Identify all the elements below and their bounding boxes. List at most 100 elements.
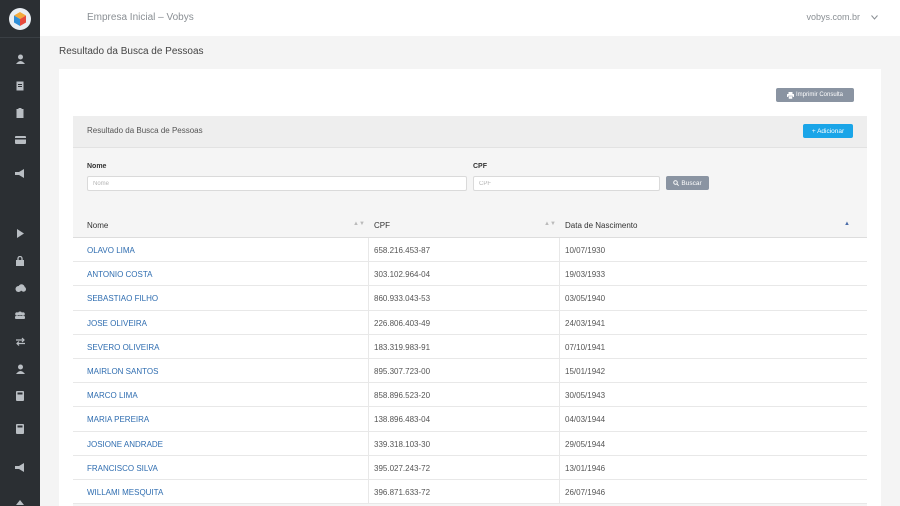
person-name-link[interactable]: JOSE OLIVEIRA [87, 319, 147, 328]
birthdate-cell: 10/07/1930 [565, 246, 606, 255]
document-icon[interactable] [12, 81, 28, 95]
clipboard-icon[interactable] [12, 108, 28, 122]
birthdate-cell: 13/01/1946 [565, 463, 606, 473]
chevron-down-icon[interactable] [871, 12, 878, 22]
birthdate-cell: 15/01/1942 [565, 366, 606, 376]
printer-icon [786, 91, 794, 99]
column-divider [559, 286, 560, 310]
calculator-icon[interactable] [12, 391, 28, 405]
column-divider [559, 310, 560, 334]
person-name-link[interactable]: MARIA PEREIRA [87, 415, 149, 424]
person-name-link[interactable]: FRANCISCO SILVA [87, 464, 158, 473]
column-header-cpf[interactable]: CPF [374, 221, 390, 230]
panel-title: Resultado da Busca de Pessoas [87, 126, 203, 135]
cpf-cell: 858.896.523-20 [374, 391, 431, 401]
person-name-link[interactable]: OLAVO LIMA [87, 246, 135, 255]
vobys-logo[interactable] [9, 8, 31, 30]
birthdate-cell: 07/10/1941 [565, 342, 606, 352]
cpf-cell: 339.318.103-30 [374, 439, 431, 449]
column-divider [559, 479, 560, 504]
birthdate-cell: 24/03/1941 [565, 318, 606, 328]
group-icon[interactable] [12, 310, 28, 324]
column-divider [559, 358, 560, 383]
user-menu[interactable]: vobys.com.br [806, 12, 860, 22]
column-divider [559, 455, 560, 479]
person-name-link[interactable]: SEBASTIAO FILHO [87, 294, 158, 303]
lock-icon[interactable] [12, 255, 28, 270]
table-row[interactable]: WILLAMI MESQUITA 396.871.633-72 26/07/1946 [73, 479, 867, 505]
print-button-label: Imprimir Consulta [795, 92, 843, 98]
birthdate-cell: 03/05/1940 [565, 294, 606, 304]
table-row[interactable]: ANTONIO COSTA 303.102.964-04 19/03/1933 [73, 262, 867, 287]
search-button-label: Buscar [681, 179, 702, 187]
exchange-icon[interactable] [12, 337, 28, 351]
name-input[interactable] [87, 176, 467, 191]
cpf-cell: 658.216.453-87 [374, 246, 431, 255]
column-divider [559, 262, 560, 286]
card-icon[interactable] [12, 135, 28, 149]
person-name-link[interactable]: MARCO LIMA [87, 391, 138, 400]
sort-icon[interactable]: ▲▼ [353, 221, 365, 227]
person-name-link[interactable]: MAIRLON SANTOS [87, 367, 158, 376]
add-button[interactable]: + Adicionar [803, 124, 853, 138]
user-icon[interactable] [12, 364, 28, 378]
app-title: Empresa Inicial – Vobys [87, 12, 194, 23]
person-name-link[interactable]: WILLAMI MESQUITA [87, 488, 163, 497]
sort-icon[interactable]: ▲▼ [544, 221, 556, 227]
megaphone-icon[interactable] [12, 463, 28, 477]
table-row[interactable]: JOSE OLIVEIRA 226.806.403-49 24/03/1941 [73, 310, 867, 335]
chevron-up-icon[interactable] [12, 496, 28, 506]
cpf-cell: 183.319.983-91 [374, 342, 431, 352]
panel-header: Resultado da Busca de Pessoas + Adiciona… [73, 116, 867, 148]
birthdate-cell: 29/05/1944 [565, 439, 606, 449]
cpf-cell: 860.933.043-53 [374, 294, 431, 304]
table-body: OLAVO LIMA 658.216.453-87 10/07/1930 ANTONI… [73, 238, 867, 505]
person-name-link[interactable]: JOSIONE ANDRADE [87, 440, 163, 449]
table-row[interactable]: MAIRLON SANTOS 895.307.723-00 15/01/1942 [73, 358, 867, 384]
table-row[interactable]: MARIA PEREIRA 138.896.483-04 04/03/1944 [73, 407, 867, 432]
cpf-cell: 395.027.243-72 [374, 463, 431, 473]
table-row[interactable]: OLAVO LIMA 658.216.453-87 10/07/1930 [73, 238, 867, 263]
print-button[interactable]: Imprimir Consulta [776, 88, 854, 102]
column-header-birthdate[interactable]: Data de Nascimento [565, 221, 637, 230]
calculator-icon[interactable] [12, 424, 28, 438]
cpf-cell: 396.871.633-72 [374, 487, 431, 497]
search-button[interactable]: Buscar [666, 176, 709, 190]
column-divider [559, 407, 560, 431]
cpf-cell: 895.307.723-00 [374, 366, 431, 376]
column-divider [368, 455, 369, 479]
table-row[interactable]: JOSIONE ANDRADE 339.318.103-30 29/05/1944 [73, 431, 867, 456]
cpf-label: CPF [473, 163, 487, 170]
column-divider [368, 310, 369, 334]
column-divider [368, 286, 369, 310]
column-divider [559, 334, 560, 358]
results-panel: Resultado da Busca de Pessoas + Adiciona… [73, 116, 867, 506]
cpf-cell: 226.806.403-49 [374, 318, 431, 328]
page-title: Resultado da Busca de Pessoas [59, 46, 204, 57]
table-row[interactable]: SEBASTIAO FILHO 860.933.043-53 03/05/1940 [73, 286, 867, 311]
birthdate-cell: 26/07/1946 [565, 487, 606, 497]
table-row[interactable]: FRANCISCO SILVA 395.027.243-72 13/01/1946 [73, 455, 867, 480]
column-divider [368, 383, 369, 407]
column-divider [368, 358, 369, 383]
table-row[interactable]: MARCO LIMA 858.896.523-20 30/05/1943 [73, 383, 867, 408]
column-divider [368, 431, 369, 455]
person-name-link[interactable]: SEVERO OLIVEIRA [87, 343, 159, 352]
column-divider [368, 238, 369, 262]
cpf-input[interactable] [473, 176, 660, 191]
table-row[interactable]: SEVERO OLIVEIRA 183.319.983-91 07/10/1941 [73, 334, 867, 359]
person-name-link[interactable]: ANTONIO COSTA [87, 270, 153, 279]
cloud-icon[interactable] [12, 283, 28, 297]
column-divider [559, 383, 560, 407]
birthdate-cell: 19/03/1933 [565, 270, 606, 280]
user-icon[interactable] [12, 54, 28, 68]
column-header-name[interactable]: Nome [87, 221, 108, 230]
top-bar: Empresa Inicial – Vobys vobys.com.br [40, 0, 900, 36]
play-icon[interactable] [12, 229, 28, 243]
results-table: Nome ▲▼ CPF ▲▼ Data de Nascimento ▲ OLAV… [73, 212, 867, 505]
column-divider [559, 431, 560, 455]
sort-ascending-icon[interactable]: ▲ [844, 221, 850, 227]
column-divider [368, 262, 369, 286]
megaphone-icon[interactable] [12, 169, 28, 183]
column-divider [368, 407, 369, 431]
